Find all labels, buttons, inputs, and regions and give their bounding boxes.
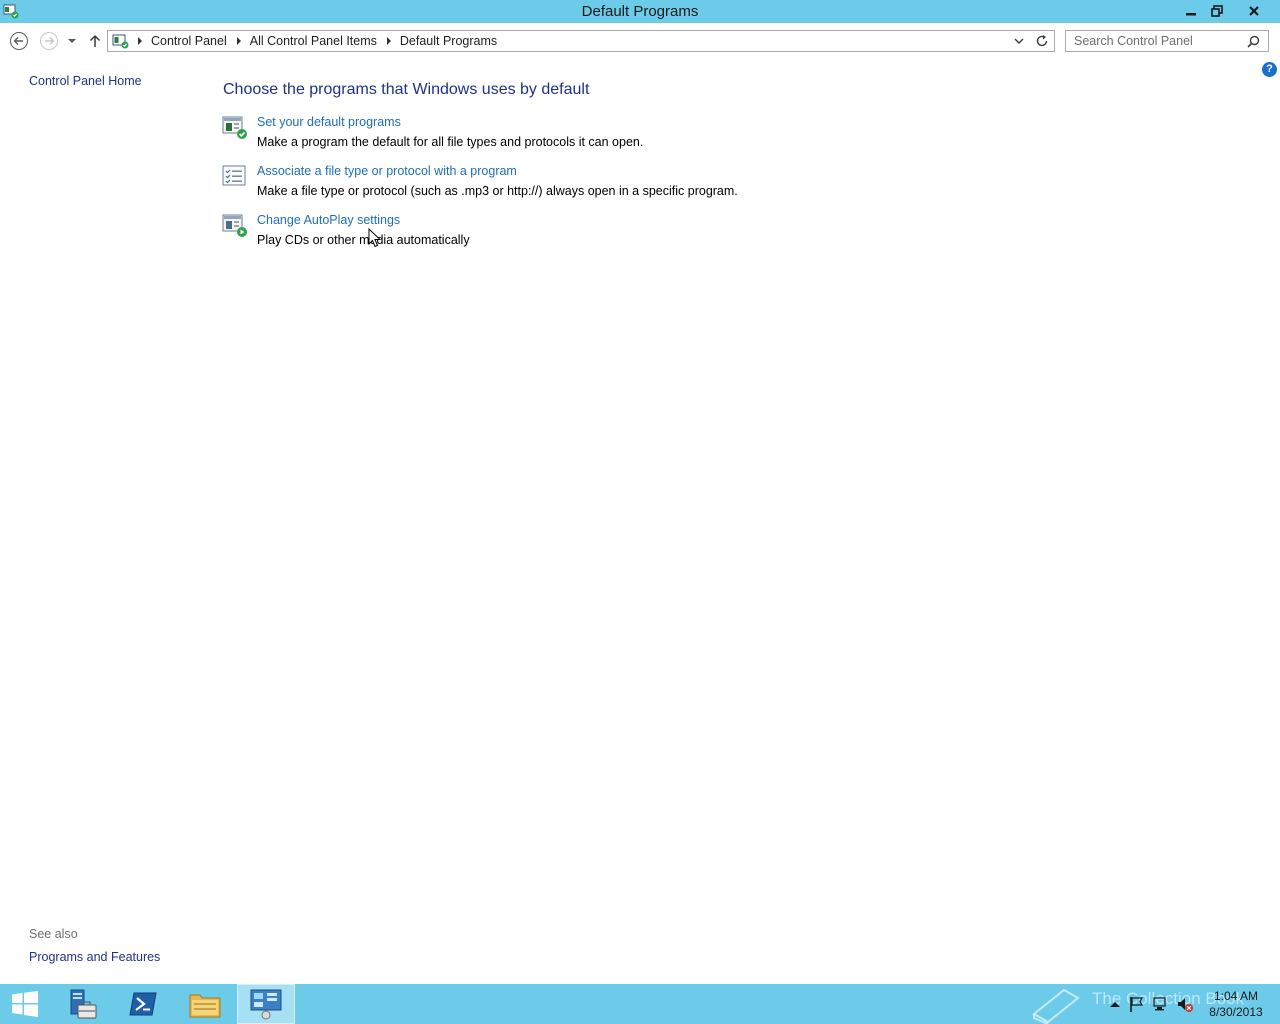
up-arrow-icon <box>89 34 101 47</box>
close-icon <box>1249 5 1259 16</box>
back-button[interactable] <box>8 30 30 52</box>
associate-file-type-description: Make a file type or protocol (such as .m… <box>257 184 738 198</box>
associate-file-type-link[interactable]: Associate a file type or protocol with a… <box>257 164 517 178</box>
breadcrumb-all-control-panel-items[interactable]: All Control Panel Items <box>250 34 377 48</box>
breadcrumb-control-panel[interactable]: Control Panel <box>151 34 227 48</box>
clock-date: 8/30/2013 <box>1209 1005 1263 1019</box>
powershell-icon <box>129 992 157 1016</box>
control-panel-icon <box>250 989 282 1020</box>
breadcrumb-default-programs[interactable]: Default Programs <box>400 34 497 48</box>
search-input[interactable] <box>1066 31 1242 51</box>
file-association-icon[interactable] <box>222 164 248 190</box>
back-arrow-icon <box>10 32 28 50</box>
programs-and-features-link[interactable]: Programs and Features <box>29 950 160 964</box>
taskbar: The Collection Book 1:04 AM 8/30/2013 <box>0 984 1280 1024</box>
start-button[interactable] <box>0 984 50 1024</box>
minimize-button[interactable] <box>1178 0 1204 21</box>
folder-icon <box>189 994 221 1018</box>
control-panel-home-link[interactable]: Control Panel Home <box>29 74 142 88</box>
mouse-cursor-icon <box>368 228 382 248</box>
book-watermark-icon <box>1032 988 1080 1024</box>
navigation-bar: Control Panel All Control Panel Items De… <box>0 23 1280 59</box>
minimize-icon <box>1186 12 1196 15</box>
system-clock[interactable]: 1:04 AM 8/30/2013 <box>1206 988 1266 1020</box>
search-icon[interactable] <box>1247 35 1260 48</box>
taskbar-file-explorer[interactable] <box>176 984 234 1024</box>
control-panel-icon <box>112 34 129 49</box>
set-default-programs-link[interactable]: Set your default programs <box>257 115 401 129</box>
windows-logo-icon <box>12 991 38 1017</box>
action-center-flag-icon[interactable] <box>1128 995 1146 1013</box>
server-manager-icon <box>70 989 97 1019</box>
restore-button[interactable] <box>1204 0 1230 21</box>
page-title: Choose the programs that Windows uses by… <box>223 81 590 98</box>
title-bar[interactable]: Default Programs <box>0 0 1280 23</box>
volume-muted-icon[interactable] <box>1176 995 1194 1013</box>
default-programs-icon[interactable] <box>222 115 248 141</box>
show-hidden-icons-icon[interactable] <box>1106 995 1124 1013</box>
restore-icon <box>1211 4 1223 17</box>
refresh-icon[interactable] <box>1035 34 1049 48</box>
breadcrumb-separator-icon[interactable] <box>386 37 391 45</box>
network-icon[interactable] <box>1152 995 1170 1013</box>
address-bar[interactable]: Control Panel All Control Panel Items De… <box>107 30 1055 52</box>
breadcrumb: Control Panel All Control Panel Items De… <box>138 34 497 48</box>
close-button[interactable] <box>1230 0 1278 21</box>
change-autoplay-link[interactable]: Change AutoPlay settings <box>257 213 400 227</box>
recent-pages-button[interactable] <box>61 30 83 52</box>
forward-button[interactable] <box>38 30 60 52</box>
chevron-down-icon <box>68 39 76 43</box>
change-autoplay-description: Play CDs or other media automatically <box>257 233 470 247</box>
help-icon[interactable]: ? <box>1262 62 1277 77</box>
address-dropdown-icon[interactable] <box>1014 37 1024 45</box>
taskbar-server-manager[interactable] <box>52 984 110 1024</box>
search-box[interactable] <box>1065 30 1269 52</box>
taskbar-control-panel[interactable] <box>237 984 295 1024</box>
up-button[interactable] <box>84 30 106 52</box>
window-title: Default Programs <box>581 3 699 20</box>
breadcrumb-separator-icon[interactable] <box>138 37 142 45</box>
clock-time: 1:04 AM <box>1213 989 1259 1003</box>
taskbar-powershell[interactable] <box>114 984 172 1024</box>
autoplay-icon[interactable] <box>222 213 248 239</box>
breadcrumb-separator-icon[interactable] <box>236 37 241 45</box>
see-also-label: See also <box>29 927 78 941</box>
set-default-programs-description: Make a program the default for all file … <box>257 135 644 149</box>
forward-arrow-icon <box>40 32 58 50</box>
